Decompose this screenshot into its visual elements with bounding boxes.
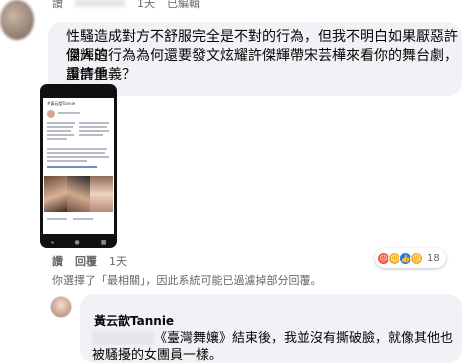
blurred-name [75,0,125,7]
attached-screenshot-image[interactable]: #黃云歆Tannie ◂ ● ■ [40,84,117,248]
comment-line-3: 重情重義？ [66,67,136,83]
timestamp-link[interactable]: 1天 [109,253,127,269]
like-button[interactable]: 讚 [52,253,63,269]
comment-actions: 讚 回覆 1天 [52,254,139,268]
screenshot-screen: #黃云歆Tannie [43,98,114,234]
reply-line-2: 被騷擾的女團員一樣。 [92,348,223,363]
nav-back-icon: ◂ [50,239,54,246]
reactions-summary[interactable]: ☹ ☺ 👍 ☹ 18 [375,248,446,268]
screenshot-avatar-icon [47,110,55,118]
edited-label: 已編輯 [167,0,200,10]
phone-nav-bar: ◂ ● ■ [40,239,117,246]
nav-home-icon: ● [74,239,80,246]
nav-menu-icon: ■ [100,239,107,246]
sad-reaction-icon: ☹ [410,251,423,265]
reply-author-name[interactable]: 黃云歆Tannie [94,312,174,329]
reply-button[interactable]: 回覆 [75,253,97,269]
time-link[interactable]: 1天 [137,0,155,11]
blurred-mention [92,331,154,345]
author-avatar[interactable] [50,296,72,318]
screenshot-photo-2 [67,176,90,212]
commenter-avatar[interactable] [0,0,34,40]
like-link[interactable]: 讚 [52,0,63,11]
reactions-count: 18 [427,252,440,264]
screenshot-header: #黃云歆Tannie [47,101,76,106]
screenshot-photo-3 [90,176,113,212]
previous-comment-actions: 讚 1天 已編輯 [52,0,212,10]
screenshot-photo-1 [44,176,67,212]
filter-notice: 你選擇了「最相關」，因此系統可能已過濾掉部分回覆。 [52,274,322,287]
